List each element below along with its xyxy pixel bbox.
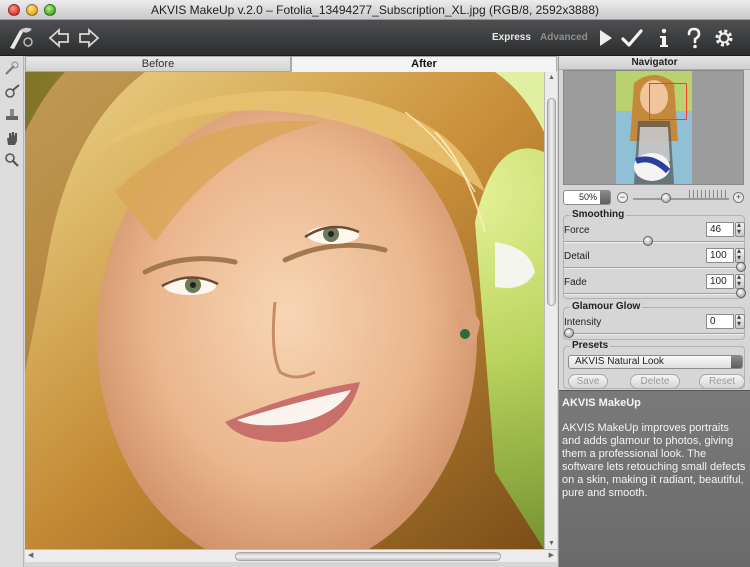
- tab-after[interactable]: After: [291, 56, 557, 72]
- express-mode-button[interactable]: Express: [492, 32, 531, 43]
- zoom-select[interactable]: 50%: [563, 190, 611, 205]
- image-canvas[interactable]: [25, 72, 544, 549]
- view-tabs: Before After: [25, 56, 557, 72]
- zoom-controls: 50% − +: [563, 190, 745, 206]
- info-text: AKVIS MakeUp improves portraits and adds…: [562, 422, 746, 499]
- zoom-slider-ticks: [689, 190, 729, 198]
- preset-select[interactable]: AKVIS Natural Look: [568, 355, 743, 369]
- tab-before[interactable]: Before: [25, 56, 291, 72]
- retouch-brush-icon[interactable]: [4, 84, 20, 100]
- help-info-box: AKVIS MakeUp AKVIS MakeUp improves portr…: [559, 390, 750, 567]
- glamour-glow-title: Glamour Glow: [570, 301, 643, 312]
- navigator-title: Navigator: [559, 56, 750, 70]
- zoom-tool-icon[interactable]: [4, 152, 20, 168]
- force-param: Force 46: [564, 220, 746, 248]
- apply-checkmark-icon[interactable]: [620, 26, 644, 50]
- detail-label: Detail: [564, 251, 590, 262]
- zoom-slider-knob[interactable]: [660, 193, 671, 203]
- tool-strip: [0, 56, 24, 567]
- advanced-mode-button[interactable]: Advanced: [540, 32, 588, 43]
- force-label: Force: [564, 225, 590, 236]
- glamour-glow-group: Glamour Glow Intensity 0: [563, 301, 746, 340]
- zoom-out-button[interactable]: −: [617, 192, 628, 203]
- info-icon[interactable]: [652, 26, 676, 50]
- force-field[interactable]: 46: [706, 222, 734, 237]
- settings-panel: Navigator 50% − + Smoothing Force 46 ▴ ▾…: [558, 56, 750, 567]
- intensity-field[interactable]: 0: [706, 314, 734, 329]
- presets-group: Presets AKVIS Natural Look Save Delete R…: [563, 340, 745, 389]
- fade-stepper[interactable]: [735, 272, 745, 289]
- magic-tool-icon[interactable]: [4, 60, 20, 76]
- intensity-param: Intensity 0: [564, 312, 746, 340]
- help-icon[interactable]: [682, 26, 706, 50]
- detail-slider-track[interactable]: [564, 267, 744, 269]
- hand-tool-icon[interactable]: [4, 130, 20, 146]
- title-bar: AKVIS MakeUp v.2.0 – Fotolia_13494277_Su…: [0, 0, 750, 20]
- zoom-slider-track[interactable]: [633, 198, 729, 200]
- run-icon[interactable]: [594, 26, 618, 50]
- zoom-dropdown-arrow-icon[interactable]: [600, 191, 610, 204]
- settings-gear-icon[interactable]: [712, 26, 736, 50]
- delete-preset-button[interactable]: Delete: [630, 374, 680, 389]
- app-logo-icon: [10, 27, 33, 49]
- vertical-scrollbar[interactable]: ▲ ▼: [544, 72, 557, 549]
- smoothing-title: Smoothing: [570, 209, 627, 220]
- save-preset-button[interactable]: Save: [568, 374, 608, 389]
- fade-label: Fade: [564, 277, 587, 288]
- navigator-preview[interactable]: [563, 70, 744, 185]
- window-title: AKVIS MakeUp v.2.0 – Fotolia_13494277_Su…: [150, 3, 600, 17]
- fade-slider-knob[interactable]: [736, 288, 746, 298]
- force-slider-track[interactable]: [564, 241, 744, 243]
- intensity-stepper[interactable]: [735, 312, 745, 329]
- smoothing-group: Smoothing Force 46 Detail 100 Fade 100: [563, 209, 746, 300]
- forward-arrow-icon[interactable]: [78, 28, 100, 48]
- fade-field[interactable]: 100: [706, 274, 734, 289]
- reset-preset-button[interactable]: Reset: [699, 374, 745, 389]
- stamp-tool-icon[interactable]: [4, 106, 20, 122]
- portrait-photo: [25, 72, 544, 549]
- preset-dropdown-arrow-icon[interactable]: [731, 356, 742, 368]
- presets-title: Presets: [570, 340, 611, 351]
- force-slider-knob[interactable]: [643, 236, 654, 246]
- info-title: AKVIS MakeUp: [562, 397, 641, 409]
- force-stepper[interactable]: [735, 220, 745, 237]
- vertical-scroll-thumb[interactable]: [547, 98, 556, 306]
- horizontal-scrollbar[interactable]: ◀ ▶: [25, 549, 557, 562]
- intensity-slider-track[interactable]: [564, 333, 744, 335]
- fade-param: Fade 100: [564, 272, 746, 300]
- intensity-label: Intensity: [564, 317, 602, 328]
- detail-field[interactable]: 100: [706, 248, 734, 263]
- intensity-slider-knob[interactable]: [564, 328, 574, 338]
- horizontal-scroll-thumb[interactable]: [235, 552, 501, 561]
- navigator-view-rect[interactable]: [649, 83, 687, 120]
- back-arrow-icon[interactable]: [48, 28, 70, 48]
- zoom-in-button[interactable]: +: [733, 192, 744, 203]
- main-toolbar: Express Advanced: [0, 20, 750, 71]
- detail-stepper[interactable]: [735, 246, 745, 263]
- detail-param: Detail 100: [564, 246, 746, 274]
- detail-slider-knob[interactable]: [736, 262, 746, 272]
- fade-slider-track[interactable]: [564, 293, 744, 295]
